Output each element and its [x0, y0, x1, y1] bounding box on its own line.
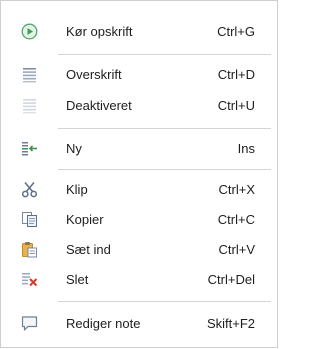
- menu-item-cut[interactable]: Klip Ctrl+X: [1, 174, 277, 204]
- menu-separator: [58, 128, 271, 129]
- menu-item-label: Kør opskrift: [66, 24, 133, 39]
- menu-item-shortcut: Ctrl+C: [217, 212, 255, 227]
- menu-item-edit-note[interactable]: Rediger note Skift+F2: [1, 308, 277, 338]
- menu-item-label: Klip: [66, 182, 88, 197]
- play-icon: [21, 23, 38, 40]
- paste-icon: [21, 241, 38, 258]
- menu-item-label: Rediger note: [66, 316, 141, 331]
- menu-item-shortcut: Ctrl+U: [217, 98, 255, 113]
- menu-item-shortcut: Skift+F2: [206, 316, 255, 331]
- menu-separator: [58, 169, 271, 170]
- menu-item-heading[interactable]: Overskrift Ctrl+D: [1, 59, 277, 89]
- menu-item-copy[interactable]: Kopier Ctrl+C: [1, 204, 277, 234]
- menu-item-label: Slet: [66, 272, 89, 287]
- menu-item-paste[interactable]: Sæt ind Ctrl+V: [1, 234, 277, 264]
- delete-icon: [21, 271, 38, 288]
- menu-item-shortcut: Ctrl+D: [217, 67, 255, 82]
- menu-item-label: Overskrift: [66, 67, 122, 82]
- menu-item-label: Kopier: [66, 212, 104, 227]
- menu-separator: [58, 301, 271, 302]
- menu-item-run-recipe[interactable]: Kør opskrift Ctrl+G: [1, 16, 277, 46]
- insert-line-icon: [21, 140, 38, 157]
- menu-item-shortcut: Ctrl+X: [218, 182, 255, 197]
- copy-icon: [21, 211, 38, 228]
- menu-item-shortcut: Ins: [237, 141, 255, 156]
- menu-separator: [58, 54, 271, 55]
- menu-item-shortcut: Ctrl+Del: [207, 272, 255, 287]
- menu-item-disabled[interactable]: Deaktiveret Ctrl+U: [1, 90, 277, 120]
- menu-item-label: Deaktiveret: [66, 98, 132, 113]
- menu-item-label: Sæt ind: [66, 242, 111, 257]
- scissors-icon: [21, 181, 38, 198]
- menu-item-new[interactable]: Ny Ins: [1, 133, 277, 163]
- menu-item-shortcut: Ctrl+G: [217, 24, 255, 39]
- menu-item-label: Ny: [66, 141, 82, 156]
- menu-item-delete[interactable]: Slet Ctrl+Del: [1, 264, 277, 294]
- context-menu: Kør opskrift Ctrl+G Overskrift Ctrl+D De…: [0, 0, 278, 348]
- note-icon: [21, 315, 38, 332]
- menu-item-shortcut: Ctrl+V: [218, 242, 255, 257]
- disabled-lines-icon: [21, 97, 38, 114]
- heading-lines-icon: [21, 66, 38, 83]
